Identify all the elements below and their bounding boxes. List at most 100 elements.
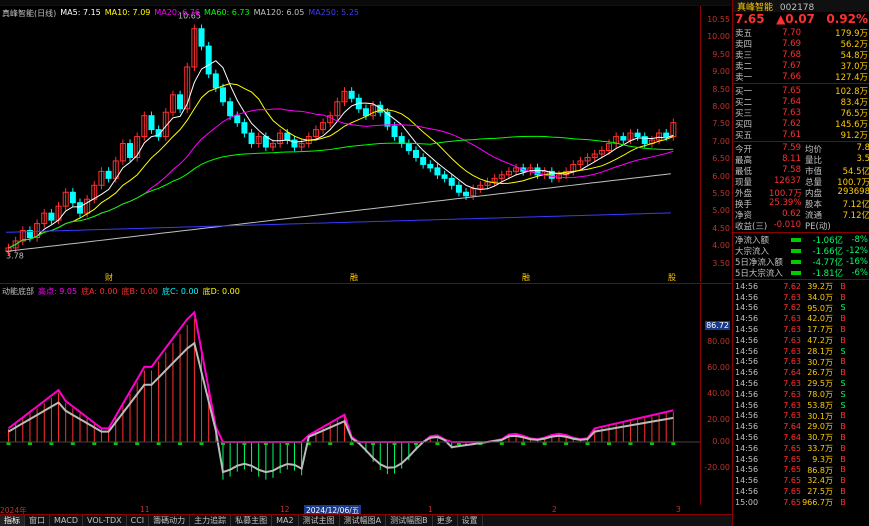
stat-label: 收益(三) — [735, 222, 768, 232]
indicator-tick-label: 60.00 — [707, 363, 730, 372]
stat-value: 54.5亿 — [842, 167, 869, 177]
candlestick-chart[interactable]: 真峰智能(日线) MA5: 7.15 MA10: 7.09 MA20: 6.76 MA6… — [0, 6, 732, 282]
stat-label: 流通 — [805, 211, 823, 221]
date-label: 1 — [428, 505, 433, 514]
tick-time: 14:56 — [735, 357, 759, 367]
indicator-legend-item: 高点: 9.05 — [38, 287, 78, 296]
flow-bar — [791, 237, 801, 242]
bid-row[interactable]: 买五 7.61 91.2万 — [733, 129, 869, 141]
tick-volume: 30.7万 — [807, 357, 833, 367]
tick-volume: 86.8万 — [807, 465, 833, 475]
tick-row: 14:56 7.65 33.7万 B — [733, 443, 869, 454]
indicator-gray-line — [7, 341, 674, 474]
indicator-canvas[interactable] — [0, 284, 700, 506]
candle-body — [69, 191, 76, 204]
tick-side: B — [840, 465, 846, 475]
ask-row[interactable]: 卖四 7.69 56.2万 — [733, 38, 869, 50]
date-label: 3 — [676, 505, 681, 514]
tick-price: 7.62 — [783, 303, 801, 313]
stat-label: 外盘 — [735, 189, 753, 199]
price-tick-label: 6.50 — [712, 154, 730, 164]
main-legend-item: MA120: 6.05 — [253, 8, 305, 17]
indicator-tab[interactable]: MACD — [50, 515, 83, 526]
candle-body — [234, 115, 241, 124]
bid-price: 7.61 — [782, 129, 801, 140]
tick-side: B — [840, 335, 846, 345]
indicator-tab[interactable]: 测试主图 — [299, 515, 340, 526]
tick-side: B — [840, 411, 846, 421]
tick-row: 14:56 7.64 30.7万 B — [733, 432, 869, 443]
main-chart-legend: 真峰智能(日线) MA5: 7.15 MA10: 7.09 MA20: 6.76 MA6… — [2, 8, 359, 19]
indicator-tick-label: 20.00 — [707, 415, 730, 424]
tick-time: 14:56 — [735, 325, 759, 335]
ask-row[interactable]: 卖一 7.66 127.4万 — [733, 71, 869, 83]
indicator-tab[interactable]: 籌碼动力 — [149, 515, 191, 526]
ask-price: 7.67 — [782, 60, 801, 71]
bid-row[interactable]: 买四 7.62 145.6万 — [733, 118, 869, 130]
date-label: 11 — [140, 505, 150, 514]
ask-row[interactable]: 卖五 7.70 179.9万 — [733, 27, 869, 39]
ask-row[interactable]: 卖二 7.67 37.0万 — [733, 60, 869, 72]
stat-value: 12637 — [773, 176, 801, 186]
tick-volume: 53.8万 — [807, 400, 833, 410]
tick-side: S — [840, 303, 846, 313]
indicator-tab[interactable]: 窗口 — [25, 515, 50, 526]
tick-time: 14:56 — [735, 379, 759, 389]
tick-side: B — [840, 454, 846, 464]
tick-row: 14:56 7.63 30.7万 B — [733, 357, 869, 368]
indicator-tab[interactable]: 指标 — [0, 515, 25, 526]
flow-value: -1.81亿 — [812, 268, 844, 279]
ask-price: 7.69 — [782, 38, 801, 49]
tick-price: 7.63 — [783, 314, 801, 324]
indicator-tab[interactable]: 测试幅图A — [340, 515, 387, 526]
flow-bar — [791, 270, 801, 275]
indicator-tab[interactable]: MA2 — [272, 515, 299, 526]
indicator-tab[interactable]: 更多 — [433, 515, 458, 526]
stat-label: 均价 — [805, 145, 823, 155]
stat-label: 量比 — [805, 156, 823, 166]
ask-row[interactable]: 卖三 7.68 54.8万 — [733, 49, 869, 61]
indicator-tab[interactable]: 私募主图 — [231, 515, 273, 526]
candle-body — [391, 125, 398, 138]
tick-price: 7.65 — [783, 497, 801, 507]
stat-value: 3.5 — [856, 154, 869, 164]
main-legend-item: MA10: 7.09 — [104, 8, 151, 17]
indicator-tab[interactable]: VOL-TDX — [83, 515, 127, 526]
bid-row[interactable]: 买三 7.63 76.5万 — [733, 107, 869, 119]
tick-volume: 29.5万 — [807, 379, 833, 389]
indicator-tab[interactable]: 设置 — [458, 515, 483, 526]
flow-bar — [791, 248, 801, 253]
candlestick-canvas[interactable]: 10.653.78财融融股 — [0, 6, 700, 282]
candle-body — [284, 132, 291, 141]
price-tick-label: 8.50 — [712, 84, 730, 94]
indicator-legend-item: 底C: 0.00 — [162, 287, 199, 296]
tick-price: 7.63 — [783, 335, 801, 345]
price-tick-label: 4.50 — [712, 223, 730, 233]
ask-label: 卖一 — [735, 72, 753, 83]
stat-value: 7.12亿 — [842, 200, 869, 210]
ask-volume: 127.4万 — [835, 72, 868, 83]
candle-body — [76, 202, 83, 214]
price-tick-label: 5.50 — [712, 189, 730, 198]
price-tick-label: 5.00 — [712, 206, 730, 216]
bid-row[interactable]: 买二 7.64 83.4万 — [733, 96, 869, 108]
tick-row: 14:56 7.64 26.7万 B — [733, 367, 869, 378]
stat-label: 市值 — [805, 167, 823, 177]
stat-label: 最高 — [735, 156, 753, 166]
stat-value — [837, 220, 869, 231]
event-mark: 融 — [350, 272, 358, 282]
indicator-chart[interactable]: 动能底部 高点: 9.05 底A: 0.00 底B: 0.00 底C: 0.00 底D: … — [0, 283, 732, 505]
indicator-tab[interactable]: CCI — [127, 515, 150, 526]
flow-pct: -12% — [846, 245, 868, 256]
bid-row[interactable]: 买一 7.65 102.8万 — [733, 85, 869, 97]
tick-side: B — [840, 476, 846, 486]
candle-body — [127, 143, 134, 158]
tick-price: 7.63 — [783, 346, 801, 356]
tick-volume: 42.0万 — [807, 314, 833, 324]
price-tick-label: 8.00 — [712, 102, 730, 111]
indicator-tab[interactable]: 主力追踪 — [190, 515, 232, 526]
candle-body — [177, 94, 184, 110]
tick-time: 14:56 — [735, 303, 759, 313]
tick-volume: 32.4万 — [807, 476, 833, 486]
indicator-tab[interactable]: 测试幅图B — [386, 515, 433, 526]
